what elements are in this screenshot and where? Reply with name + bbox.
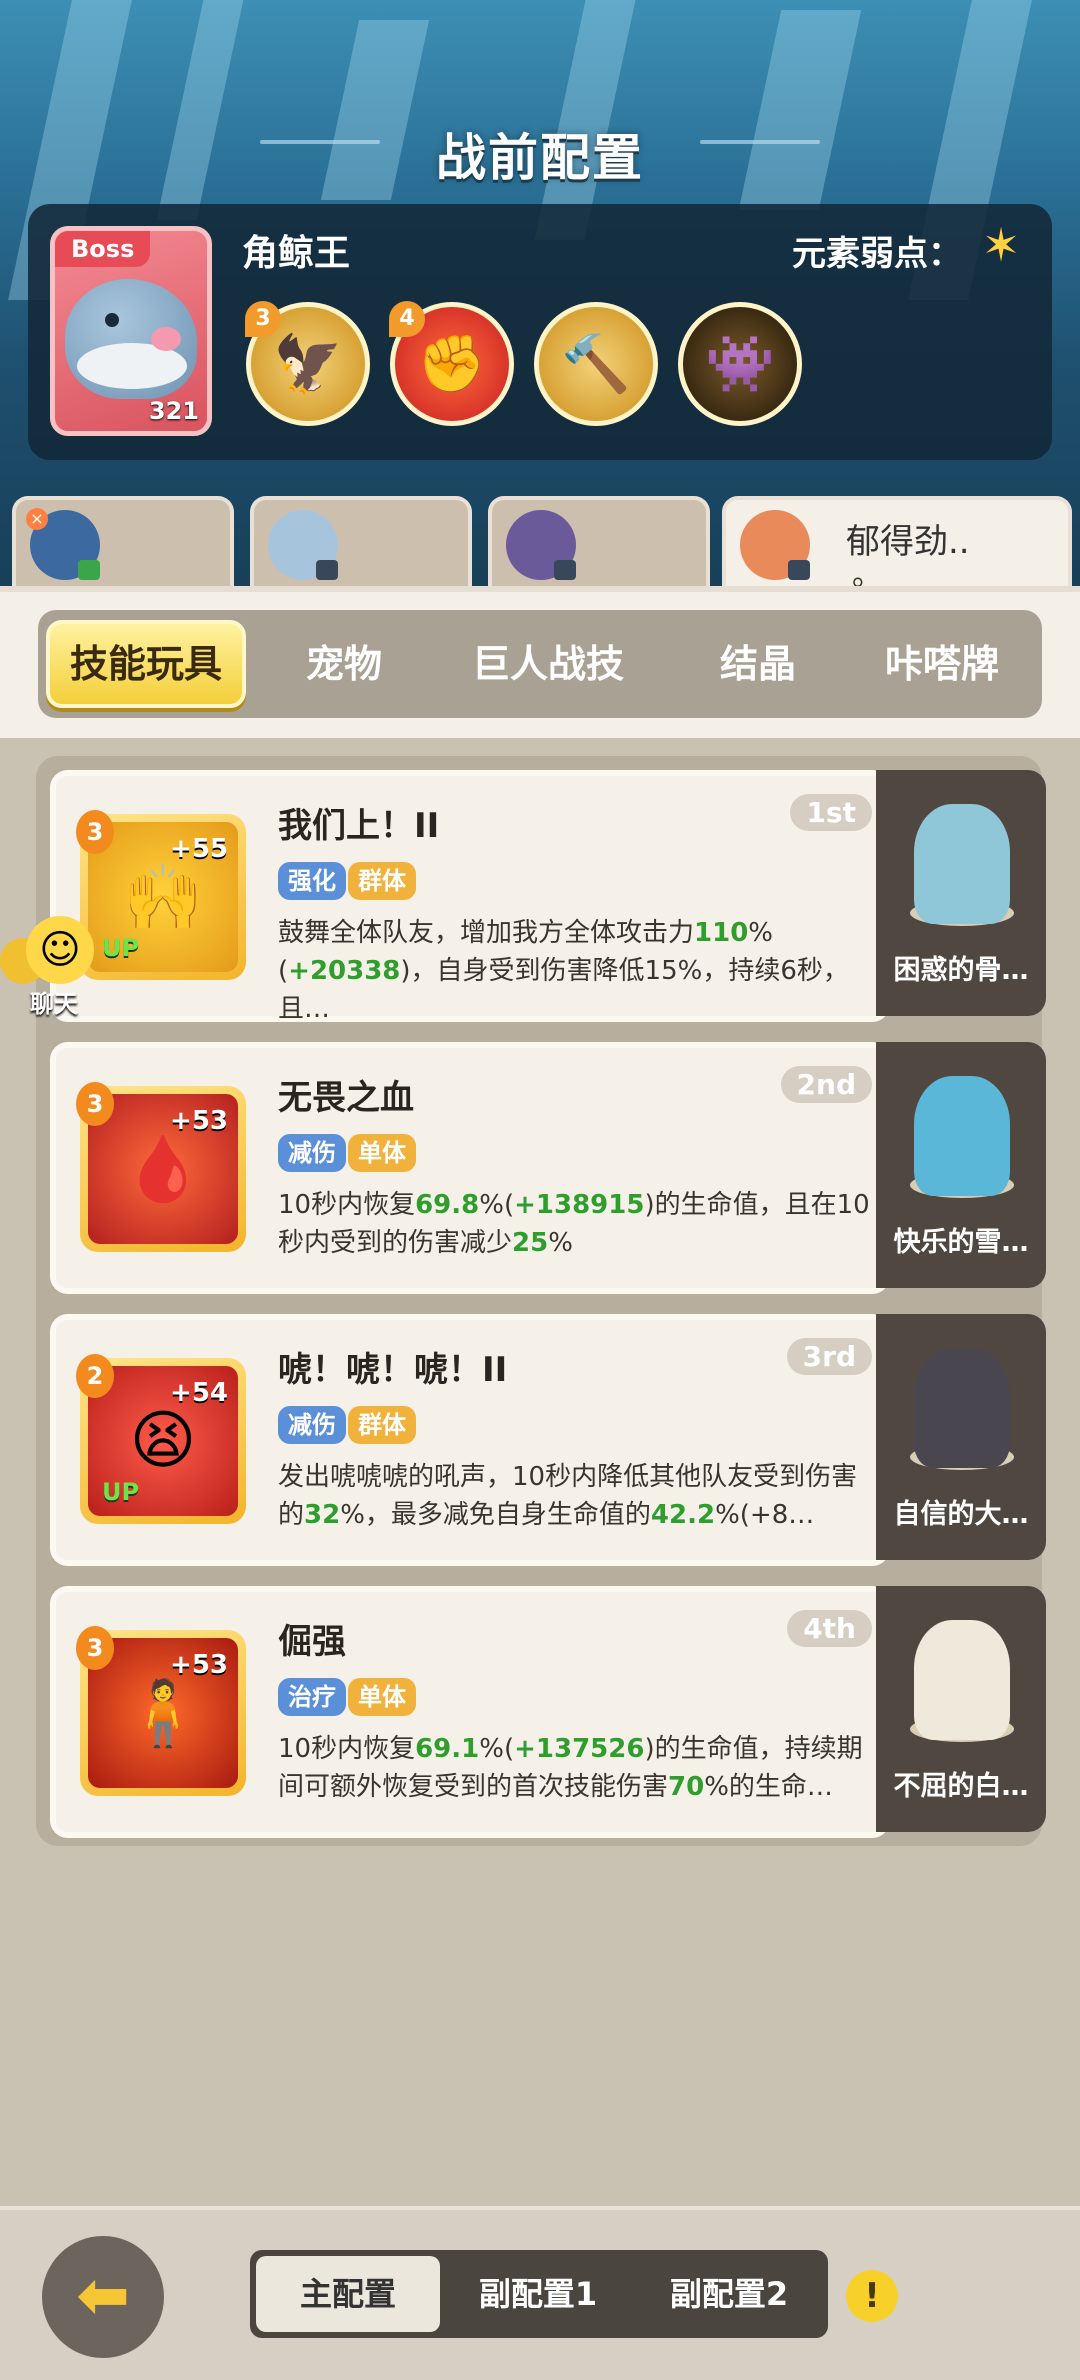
pet-name: 自信的大… <box>893 1499 1029 1530</box>
boss-skill-level: 3 <box>245 301 281 337</box>
skill-icon[interactable]: 🩸 +53 3 <box>76 1082 246 1252</box>
skill-up-badge: UP <box>102 934 140 962</box>
pet-figure <box>914 804 1010 924</box>
teammate-slot-2[interactable] <box>250 496 472 586</box>
boss-skill-3[interactable]: 🔨 <box>534 302 658 426</box>
boss-card[interactable]: Boss 321 <box>50 226 212 436</box>
hammer-icon: 🔨 <box>561 332 631 397</box>
skill-name: 无畏之血 <box>278 1078 414 1118</box>
back-arrow-icon[interactable]: ⬅ <box>42 2236 164 2358</box>
whale-cheek <box>151 327 181 351</box>
skill-icon[interactable]: 😫 +54 UP 2 <box>76 1354 246 1524</box>
shadow-monster-icon: 👾 <box>705 332 775 397</box>
pet-name: 快乐的雪… <box>893 1227 1029 1258</box>
boss-panel: Boss 321 角鲸王 元素弱点： ✶ 🦅 3 ✊ 4 🔨 👾 <box>28 204 1052 460</box>
pet-figure <box>914 1620 1010 1740</box>
skill-description: 10秒内恢复69.8%(+138915)的生命值，且在10秒内受到的伤害减少25… <box>278 1190 870 1258</box>
skill-plus: +55 <box>170 834 228 864</box>
tab-skill-toys[interactable]: 技能玩具 <box>46 620 246 708</box>
tab-cards[interactable]: 咔嗒牌 <box>852 620 1032 708</box>
skill-tag: 强化 <box>278 862 346 900</box>
boss-level: 321 <box>148 397 199 425</box>
chat-button[interactable]: ☺ 聊天 <box>0 916 96 1018</box>
pet-slot-3[interactable]: 自信的大… <box>876 1314 1046 1560</box>
skill-list: 🙌 +55 UP 3 我们上！II 1st 强化 群体 鼓舞全体队友，增加我方全… <box>36 756 1046 1846</box>
pet-slot-2[interactable]: 快乐的雪… <box>876 1042 1046 1288</box>
pet-slot-4[interactable]: 不屈的白… <box>876 1586 1046 1832</box>
star-icon[interactable]: ✶ <box>976 220 1026 270</box>
skill-card-1[interactable]: 🙌 +55 UP 3 我们上！II 1st 强化 群体 鼓舞全体队友，增加我方全… <box>50 770 890 1024</box>
boss-skill-2[interactable]: ✊ 4 <box>389 301 514 426</box>
skill-plus: +53 <box>170 1106 228 1136</box>
bottom-bar: ⬅ 主配置 副配置1 副配置2 ! <box>0 2206 1080 2380</box>
skill-rank: 4th <box>787 1610 872 1647</box>
device-badge-icon <box>554 560 576 580</box>
skill-icon[interactable]: 🧍 +53 3 <box>76 1626 246 1796</box>
pet-name: 不屈的白… <box>893 1771 1029 1802</box>
tab-sub-config-1[interactable]: 副配置1 <box>446 2256 630 2332</box>
skill-tag: 减伤 <box>278 1134 346 1172</box>
tab-sub-config-2[interactable]: 副配置2 <box>636 2256 822 2332</box>
skill-plus: +53 <box>170 1650 228 1680</box>
tab-main-config[interactable]: 主配置 <box>256 2256 440 2332</box>
chat-label: 聊天 <box>30 990 78 1018</box>
skill-card-2[interactable]: 🩸 +53 3 无畏之血 2nd 减伤 单体 10秒内恢复69.8%(+1389… <box>50 1042 890 1294</box>
skill-tag: 治疗 <box>278 1678 346 1716</box>
pet-figure <box>914 1076 1010 1196</box>
skill-rank: 2nd <box>780 1066 872 1103</box>
boss-tag: Boss <box>55 231 151 267</box>
remove-icon[interactable]: × <box>26 508 48 530</box>
skill-level: 3 <box>76 1626 114 1670</box>
pet-figure <box>914 1348 1010 1468</box>
config-selector: 主配置 副配置1 副配置2 <box>250 2250 828 2338</box>
skill-rank: 3rd <box>786 1338 872 1375</box>
alert-icon[interactable]: ! <box>846 2270 898 2322</box>
pet-slot-1[interactable]: 困惑的骨… <box>876 770 1046 1016</box>
teammate-slot-1[interactable]: × <box>12 496 234 586</box>
skill-level: 3 <box>76 810 114 854</box>
skill-name: 唬！唬！唬！II <box>278 1350 508 1390</box>
skill-plus: +54 <box>170 1378 228 1408</box>
page-title: 战前配置 <box>436 129 644 187</box>
skill-card-4[interactable]: 🧍 +53 3 倔强 4th 治疗 单体 10秒内恢复69.1%(+137526… <box>50 1586 890 1838</box>
element-weakness-label: 元素弱点： <box>792 234 962 274</box>
tab-giant-skills[interactable]: 巨人战技 <box>438 620 658 708</box>
device-badge-icon <box>788 560 810 580</box>
skill-name: 我们上！II <box>278 806 440 846</box>
boss-skill-1[interactable]: 🦅 3 <box>245 301 370 426</box>
skill-description: 发出唬唬唬的吼声，10秒内降低其他队友受到伤害的32%，最多减免自身生命值的42… <box>278 1462 858 1530</box>
skill-level: 3 <box>76 1082 114 1126</box>
teammate-slot-3[interactable] <box>488 496 710 586</box>
skill-tag: 单体 <box>348 1678 416 1716</box>
device-badge-icon <box>316 560 338 580</box>
device-badge-icon <box>78 560 100 580</box>
flying-bird-icon: 🦅 <box>273 332 343 397</box>
skill-rank: 1st <box>790 794 872 831</box>
main-panel: 技能玩具 宠物 巨人战技 结晶 咔嗒牌 🙌 +55 UP 3 我们上！II 1s… <box>0 586 1080 2206</box>
boss-name: 角鲸王 <box>242 233 351 274</box>
skill-description: 鼓舞全体队友，增加我方全体攻击力110%(+20338)，自身受到伤害降低15%… <box>278 918 849 1024</box>
fist-icon: ✊ <box>417 332 487 397</box>
chat-smile-icon: ☺ <box>26 916 94 984</box>
pet-name: 困惑的骨… <box>893 955 1029 986</box>
skill-tag: 群体 <box>348 1406 416 1444</box>
skill-icon[interactable]: 🙌 +55 UP 3 <box>76 810 246 980</box>
skill-card-3[interactable]: 😫 +54 UP 2 唬！唬！唬！II 3rd 减伤 群体 发出唬唬唬的吼声，1… <box>50 1314 890 1566</box>
tab-area: 技能玩具 宠物 巨人战技 结晶 咔嗒牌 <box>0 586 1080 738</box>
skill-name: 倔强 <box>278 1622 346 1662</box>
tab-crystals[interactable]: 结晶 <box>678 620 838 708</box>
skill-level: 2 <box>76 1354 114 1398</box>
category-tabbar: 技能玩具 宠物 巨人战技 结晶 咔嗒牌 <box>38 610 1042 718</box>
skill-tag: 单体 <box>348 1134 416 1172</box>
boss-skill-level: 4 <box>389 301 425 337</box>
boss-skill-4[interactable]: 👾 <box>678 302 802 426</box>
tab-pets[interactable]: 宠物 <box>264 620 424 708</box>
skill-tag: 群体 <box>348 862 416 900</box>
teammate-slot-4[interactable]: 郁得劲.. 。 <box>722 496 1072 593</box>
whale-eye <box>105 313 119 327</box>
skill-tag: 减伤 <box>278 1406 346 1444</box>
skill-up-badge: UP <box>102 1478 140 1506</box>
skill-description: 10秒内恢复69.1%(+137526)的生命值，持续期间可额外恢复受到的首次技… <box>278 1734 863 1802</box>
